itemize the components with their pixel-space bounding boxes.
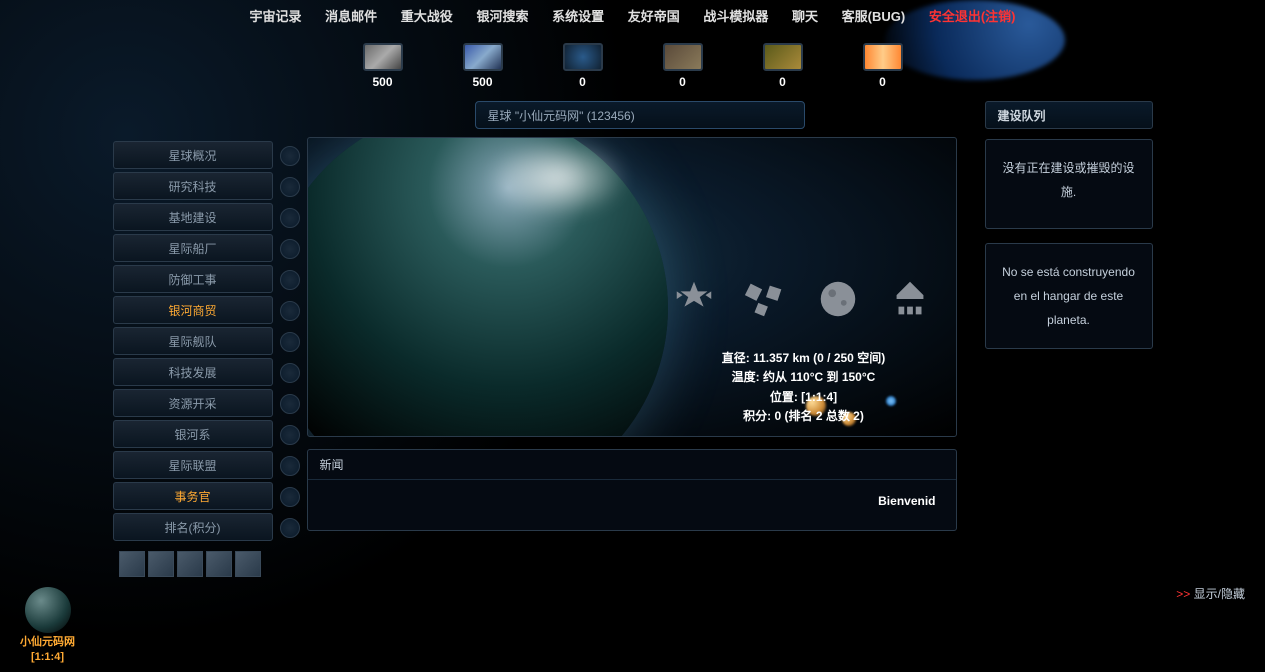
nav-logout[interactable]: 安全退出(注销) bbox=[929, 9, 1016, 24]
toggle-planet-list[interactable]: >> 显示/隐藏 bbox=[1176, 585, 1245, 602]
moon-icon bbox=[812, 273, 864, 325]
menu-technology[interactable]: 科技发展 bbox=[113, 358, 273, 386]
top-nav: 宇宙记录 消息邮件 重大战役 银河搜索 系统设置 友好帝国 战斗模拟器 聊天 客… bbox=[0, 0, 1265, 25]
resource-crystal: 500 bbox=[463, 43, 503, 89]
overview-status-icons bbox=[668, 273, 936, 325]
darkmatter-icon bbox=[763, 43, 803, 71]
officer-1-icon[interactable] bbox=[119, 551, 145, 577]
nav-settings[interactable]: 系统设置 bbox=[552, 9, 604, 24]
nav-galaxy-search[interactable]: 银河搜索 bbox=[476, 9, 528, 24]
news-marquee: Bienvenid bbox=[308, 480, 956, 522]
planet-thumb-name: 小仙元码网 bbox=[20, 635, 75, 649]
stat-diameter: 直径: 11.357 km (0 / 250 空间) bbox=[664, 349, 944, 368]
menu-ranking[interactable]: 排名(积分) bbox=[113, 513, 273, 541]
resource-metal: 500 bbox=[363, 43, 403, 89]
resource-norio: 0 bbox=[663, 43, 703, 89]
menu-alliance[interactable]: 星际联盟 bbox=[113, 451, 273, 479]
crystal-icon bbox=[463, 43, 503, 71]
officer-2-icon[interactable] bbox=[148, 551, 174, 577]
menu-fleet[interactable]: 星际舰队 bbox=[113, 327, 273, 355]
menu-buildings[interactable]: 基地建设 bbox=[113, 203, 273, 231]
planet-stats: 直径: 11.357 km (0 / 250 空间) 温度: 约从 110°C … bbox=[664, 349, 944, 426]
buildings-icon bbox=[884, 273, 936, 325]
nav-universe-log[interactable]: 宇宙记录 bbox=[250, 9, 302, 24]
planet-selector-bar[interactable]: 星球 "小仙元码网" (123456) bbox=[475, 101, 805, 129]
nav-messages[interactable]: 消息邮件 bbox=[325, 9, 377, 24]
officer-icons bbox=[119, 551, 273, 577]
resource-darkmatter: 0 bbox=[763, 43, 803, 89]
menu-defense[interactable]: 防御工事 bbox=[113, 265, 273, 293]
nav-battles[interactable]: 重大战役 bbox=[401, 9, 453, 24]
planet-thumb-coords: [1:1:4] bbox=[20, 650, 75, 664]
planet-sphere-art bbox=[307, 137, 668, 437]
stat-position: 位置: [1:1:4] bbox=[664, 388, 944, 407]
metal-icon bbox=[363, 43, 403, 71]
menu-officers[interactable]: 事务官 bbox=[113, 482, 273, 510]
footer-planet-selector[interactable]: 小仙元码网 [1:1:4] bbox=[20, 587, 75, 664]
officer-4-icon[interactable] bbox=[206, 551, 232, 577]
energy-icon bbox=[863, 43, 903, 71]
menu-galaxy[interactable]: 银河系 bbox=[113, 420, 273, 448]
menu-trader[interactable]: 银河商贸 bbox=[113, 296, 273, 324]
resources-bar: 500 500 0 0 0 0 bbox=[0, 43, 1265, 89]
building-queue-box: 没有正在建设或摧毁的设施. bbox=[985, 139, 1153, 229]
rank-wings-icon bbox=[668, 273, 720, 325]
officer-3-icon[interactable] bbox=[177, 551, 203, 577]
nav-support[interactable]: 客服(BUG) bbox=[842, 9, 906, 24]
norio-icon bbox=[663, 43, 703, 71]
side-menu: 星球概况 研究科技 基地建设 星际船厂 防御工事 银河商贸 星际舰队 科技发展 … bbox=[113, 101, 273, 577]
nav-chat[interactable]: 聊天 bbox=[792, 9, 818, 24]
build-queue-header: 建设队列 bbox=[985, 101, 1153, 129]
menu-overview[interactable]: 星球概况 bbox=[113, 141, 273, 169]
resource-energy: 0 bbox=[863, 43, 903, 89]
nav-combat-sim[interactable]: 战斗模拟器 bbox=[703, 9, 768, 24]
resource-deuterium: 0 bbox=[563, 43, 603, 89]
planet-view: 直径: 11.357 km (0 / 250 空间) 温度: 约从 110°C … bbox=[307, 137, 957, 437]
nav-friendly-empire[interactable]: 友好帝国 bbox=[628, 9, 680, 24]
news-header: 新闻 bbox=[308, 450, 956, 480]
deuterium-icon bbox=[563, 43, 603, 71]
menu-resources[interactable]: 资源开采 bbox=[113, 389, 273, 417]
stat-temperature: 温度: 约从 110°C 到 150°C bbox=[664, 368, 944, 387]
news-panel: 新闻 Bienvenid bbox=[307, 449, 957, 531]
debris-icon bbox=[740, 273, 792, 325]
stat-points: 积分: 0 (排名 2 总数 2) bbox=[664, 407, 944, 426]
planet-thumb-icon bbox=[25, 587, 71, 633]
officer-5-icon[interactable] bbox=[235, 551, 261, 577]
menu-research[interactable]: 研究科技 bbox=[113, 172, 273, 200]
hangar-queue-box: No se está construyendo en el hangar de … bbox=[985, 243, 1153, 349]
menu-shipyard[interactable]: 星际船厂 bbox=[113, 234, 273, 262]
